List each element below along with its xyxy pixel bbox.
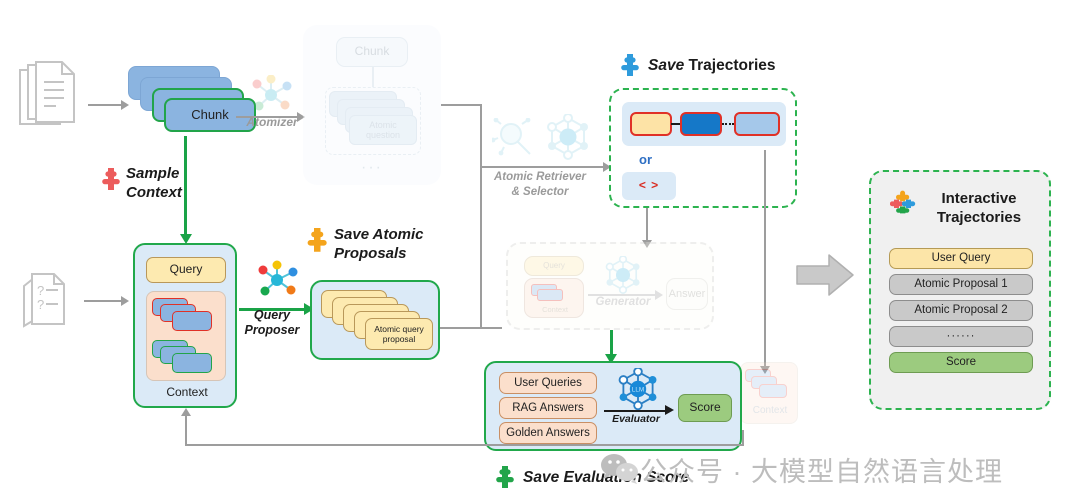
llm-node-icon (604, 255, 642, 294)
output-row-4: Score (889, 352, 1033, 373)
puzzle-piece-icon (303, 226, 331, 254)
faded-atomizer-panel: Chunk Atomic question ··· (303, 25, 441, 185)
puzzle-piece-icon (889, 189, 916, 215)
eval-input-2: Golden Answers (499, 422, 597, 444)
connector-traj-down-right (764, 150, 766, 210)
llm-node-icon (545, 113, 591, 160)
faded-context-label: Context (752, 405, 788, 417)
context-inner (146, 291, 226, 381)
atomic-proposal-stack: Atomic query proposal (310, 280, 440, 360)
interactive-trajectories-panel: Interactive Trajectories User Query Atom… (869, 170, 1051, 410)
score-chip: Score (678, 394, 732, 422)
arrow-head (121, 296, 129, 306)
trajectory-row (622, 102, 786, 146)
chunk-stack: Chunk (128, 66, 256, 136)
generator-context-label: Context (542, 304, 568, 314)
node-graph-icon (254, 260, 300, 300)
connector-traj-down-left (646, 208, 648, 226)
answer-label: Answer (666, 278, 708, 310)
evaluator-label: Evaluator (612, 413, 660, 425)
or-label: or (639, 152, 652, 167)
arrow-chunk-to-context (184, 136, 187, 238)
retriever-label-line2: & Selector (511, 185, 569, 198)
interactive-heading-line1: Interactive (941, 190, 1017, 207)
code-chip: < > (622, 172, 676, 200)
save-eval-italic: Save (523, 469, 560, 486)
watermark-text: 公众号 · 大模型自然语言处理 (640, 457, 1003, 487)
save-atomic-line2: Proposals (334, 244, 407, 262)
arrow-qdocs-to-context (84, 300, 122, 302)
faded-atomic-question-line2: question (365, 130, 401, 140)
trajectory-chip-blue (680, 112, 722, 136)
query-context-panel: Query Context (133, 243, 237, 408)
puzzle-piece-icon (98, 166, 124, 192)
wechat-logo-icon (600, 452, 640, 484)
generator-label: Generator (595, 296, 651, 308)
eval-input-1: RAG Answers (499, 397, 597, 419)
faded-chunk-label: Chunk (336, 37, 408, 67)
arrow-to-trajectories (480, 166, 604, 168)
faded-ellipsis: ··· (361, 159, 383, 176)
feedback-line (185, 444, 743, 446)
sample-context-line2: Context (126, 183, 182, 201)
faded-atomic-question-line1: Atomic (369, 119, 397, 130)
feedback-up (185, 414, 187, 445)
interactive-heading-line2: Trajectories (936, 209, 1022, 227)
connector-traj-down-right2 (764, 210, 766, 370)
arrow-head (181, 408, 191, 416)
save-trajectories-panel: or < > (609, 88, 797, 208)
save-atomic-line1: Save Atomic (334, 226, 424, 243)
connector-vert-2 (480, 196, 482, 328)
node-graph-icon (247, 74, 295, 115)
output-row-1: Atomic Proposal 1 (889, 274, 1033, 295)
connector-atomizer-out (441, 104, 481, 106)
eval-input-0: User Queries (499, 372, 597, 394)
query-label: Query (146, 257, 226, 283)
connector-proposals-out (440, 327, 482, 329)
atomic-proposal-line2: proposal (382, 334, 416, 344)
query-proposer-line2: Proposer (244, 323, 300, 338)
svg-text:LLM: LLM (632, 387, 644, 394)
right-block-arrow-icon (795, 252, 855, 298)
atomic-proposal-line1: Atomic query (374, 323, 424, 334)
documents-icon (14, 60, 80, 138)
generator-panel: Query Context Generator Answer (506, 242, 714, 330)
svg-text:?: ? (37, 297, 44, 312)
diagram-canvas: Chunk Atomizer Chunk Atomic question ···… (0, 0, 1080, 502)
llm-node-icon: LLM (617, 366, 659, 411)
save-trajectories-italic: Save (648, 57, 685, 74)
puzzle-piece-icon (617, 52, 643, 78)
output-row-2: Atomic Proposal 2 (889, 300, 1033, 321)
sample-context-line1: Sample (126, 165, 180, 182)
faded-context-box: Context (740, 362, 798, 424)
evaluation-panel: User Queries RAG Answers Golden Answers … (484, 361, 742, 451)
generator-query-label: Query (524, 256, 584, 276)
magnifier-node-icon (490, 117, 536, 160)
arrow-docs-to-chunk (88, 104, 122, 106)
question-document-icon: ? ? (18, 268, 76, 330)
save-trajectories-rest: Trajectories (684, 57, 776, 74)
context-label: Context (166, 385, 208, 400)
trajectory-chip-yellow (630, 112, 672, 136)
atomizer-label: Atomizer (246, 115, 298, 129)
connector-bottom (480, 327, 502, 329)
output-row-3: ······ (889, 326, 1033, 347)
query-proposer-line1: Query (253, 308, 291, 322)
trajectory-chip-lightblue (734, 112, 780, 136)
retriever-label-line1: Atomic Retriever (493, 171, 587, 183)
svg-text:?: ? (37, 283, 44, 298)
output-row-0: User Query (889, 248, 1033, 269)
puzzle-piece-icon (492, 464, 518, 490)
